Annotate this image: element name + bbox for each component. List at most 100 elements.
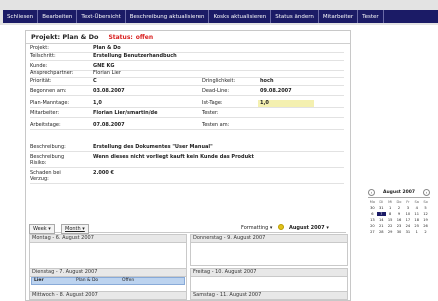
label-beschreibung-risiko-2: Risiko: — [30, 160, 47, 166]
day-header: Montag - 6. August 2007 — [30, 235, 186, 243]
menu-item-bearbeiten[interactable]: Bearbeiten — [38, 10, 78, 23]
label-mitarbeiter: Mitarbeiter: — [30, 110, 60, 116]
tab-month[interactable]: Month ▾ — [61, 224, 89, 234]
row-ansprechpartner: Ansprechpartner: Florian Lier — [30, 70, 344, 78]
mini-calendar-day[interactable]: 15 — [386, 218, 395, 222]
top-bar: Schliesen Bearbeiten Text-Übersicht Besc… — [0, 0, 438, 25]
mini-calendar-day[interactable]: 26 — [421, 224, 430, 228]
label-tester: Tester: — [202, 110, 219, 116]
label-arbeitstage: Arbeitstage: — [30, 122, 61, 128]
mini-calendar-day[interactable]: 1 — [386, 206, 395, 210]
value-ansprechpartner: Florian Lier — [93, 70, 121, 76]
mini-calendar-day[interactable]: 20 — [368, 224, 377, 228]
mini-calendar-day[interactable]: 29 — [386, 230, 395, 234]
mini-calendar-day[interactable]: 25 — [412, 224, 421, 228]
label-beschreibung: Beschreibung: — [30, 144, 66, 150]
value-dringlichkeit: hoch — [260, 78, 274, 84]
row-planmanntage: Plan-Manntage: 1,0 Ist-Tage: 1,0 — [30, 100, 344, 108]
month-selector[interactable]: August 2007 ▾ — [289, 224, 329, 232]
mini-calendar-day[interactable]: 9 — [395, 212, 404, 216]
value-projekt: Plan & Do — [93, 45, 121, 51]
value-deadline: 09.08.2007 — [260, 88, 292, 94]
formatting-dropdown[interactable]: Formatting ▾ — [241, 224, 272, 232]
mini-calendar-day[interactable]: 23 — [395, 224, 404, 228]
project-header: Projekt: Plan & Do Status: offen — [26, 31, 350, 44]
status-label: Status: — [108, 33, 133, 41]
mini-calendar-day[interactable]: 28 — [377, 230, 386, 234]
today-icon[interactable] — [278, 224, 284, 230]
label-begonnen: Begonnen am: — [30, 88, 67, 94]
row-beschreibung-risiko: Beschreibung Risiko: Wenn dieses nicht v… — [30, 154, 344, 168]
menu-item-kosks-aktualisieren[interactable]: Kosks aktualisieren — [209, 10, 272, 23]
mini-calendar-day[interactable]: 24 — [403, 224, 412, 228]
label-deadline: Dead-Line: — [202, 88, 230, 94]
label-teilschritt: Teilschritt: — [30, 53, 56, 59]
value-schaden: 2.000 € — [93, 170, 115, 176]
event-project: Plan & Do — [76, 278, 99, 283]
tab-week[interactable]: Week ▾ — [29, 224, 55, 234]
mini-calendar-header: ‹ August 2007 › — [368, 188, 430, 198]
value-begonnen: 03.08.2007 — [93, 88, 125, 94]
day-cell-donnerstag[interactable]: Donnerstag - 9. August 2007 — [190, 234, 348, 266]
mini-calendar: ‹ August 2007 › Mo Di Mi Do Fr Sa So 30 31 1 2 3 4 5 6… — [368, 188, 430, 258]
value-isttage: 1,0 — [258, 100, 314, 107]
mini-calendar-day[interactable]: 22 — [386, 224, 395, 228]
mini-calendar-day[interactable]: 13 — [368, 218, 377, 222]
value-mitarbeiter: Florian Lier/smartin/de — [93, 110, 158, 116]
mini-calendar-day[interactable]: 31 — [377, 206, 386, 210]
mini-calendar-day[interactable]: 31 — [403, 230, 412, 234]
mini-calendar-day[interactable]: 10 — [403, 212, 412, 216]
value-prioritaet: C — [93, 78, 97, 84]
mini-calendar-day[interactable]: 30 — [395, 230, 404, 234]
mini-calendar-day[interactable]: 2 — [421, 230, 430, 234]
mini-calendar-day[interactable]: 18 — [412, 218, 421, 222]
weekday-label: So — [423, 200, 428, 204]
calendar-event[interactable]: Lier Plan & Do Offen — [31, 277, 185, 285]
menu-item-schliesen[interactable]: Schliesen — [3, 10, 39, 23]
label-dringlichkeit: Dringlichkeit: — [202, 78, 236, 84]
value-beschreibung: Erstellung des Dokumentes "User Manual" — [93, 144, 213, 150]
mini-calendar-day[interactable]: 4 — [412, 206, 421, 210]
menu-item-text-uebersicht[interactable]: Text-Übersicht — [77, 10, 126, 23]
menu-item-tester[interactable]: Tester — [358, 10, 384, 23]
label-isttage: Ist-Tage: — [202, 100, 223, 106]
prev-month-icon[interactable]: ‹ — [368, 189, 375, 196]
mini-calendar-day[interactable]: 12 — [421, 212, 430, 216]
mini-calendar-day[interactable]: 3 — [403, 206, 412, 210]
mini-calendar-day[interactable]: 2 — [395, 206, 404, 210]
menu-item-status-aendern[interactable]: Status ändern — [271, 10, 319, 23]
mini-calendar-day[interactable]: 14 — [377, 218, 386, 222]
mini-calendar-day[interactable]: 21 — [377, 224, 386, 228]
weekday-label: Fr — [406, 200, 410, 204]
mini-calendar-day[interactable]: 30 — [368, 206, 377, 210]
mini-calendar-day[interactable]: 1 — [412, 230, 421, 234]
menu-item-mitarbeiter[interactable]: Mitarbeiter — [319, 10, 359, 23]
mini-calendar-day[interactable]: 5 — [421, 206, 430, 210]
mini-calendar-title: August 2007 — [382, 190, 416, 195]
mini-calendar-day[interactable]: 7 — [376, 212, 386, 216]
value-beschreibung-risiko: Wenn dieses nicht vorliegt kauft kein Ku… — [93, 154, 254, 160]
event-status: Offen — [122, 278, 135, 283]
mini-calendar-day[interactable]: 16 — [395, 218, 404, 222]
label-prioritaet: Priorität: — [30, 78, 52, 84]
mini-calendar-day[interactable]: 11 — [412, 212, 421, 216]
day-cell-dienstag[interactable]: Dienstag - 7. August 2007 Lier Plan & Do… — [29, 268, 187, 293]
menu-item-beschreibung-aktualisieren[interactable]: Beschreibung aktualisieren — [126, 10, 210, 23]
project-title: Projekt: Plan & Do — [31, 33, 99, 41]
mini-calendar-day[interactable]: 17 — [403, 218, 412, 222]
value-arbeitstage: 07.08.2007 — [93, 122, 125, 128]
mini-calendar-day[interactable]: 8 — [386, 212, 395, 216]
weekday-label: Sa — [414, 200, 419, 204]
main-menu: Schliesen Bearbeiten Text-Übersicht Besc… — [3, 10, 438, 23]
row-mitarbeiter: Mitarbeiter: Florian Lier/smartin/de Tes… — [30, 110, 344, 118]
mini-calendar-day[interactable]: 6 — [368, 212, 377, 216]
day-cell-freitag[interactable]: Freitag - 10. August 2007 — [190, 268, 348, 293]
mini-calendar-day[interactable]: 27 — [368, 230, 377, 234]
day-header: Freitag - 10. August 2007 — [191, 269, 347, 277]
mini-calendar-day[interactable]: 19 — [421, 218, 430, 222]
next-month-icon[interactable]: › — [422, 189, 430, 196]
label-testen: Testen am: — [202, 122, 230, 128]
status-badge: Status: offen — [108, 34, 153, 41]
mini-calendar-grid: Mo Di Mi Do Fr Sa So 30 31 1 2 3 4 5 6 7 8 9 10 11 12 13 14 15 1… — [368, 200, 430, 234]
weekday-label: Do — [396, 200, 402, 204]
